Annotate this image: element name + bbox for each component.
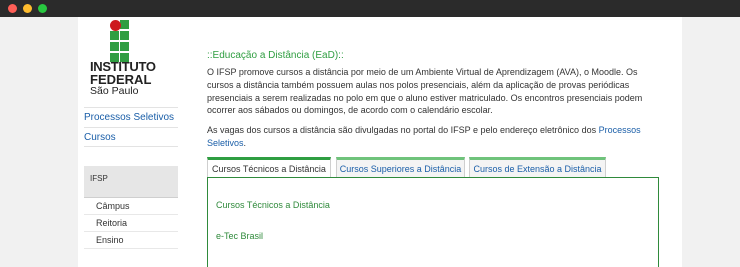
sidebar-item-reitoria[interactable]: Reitoria	[84, 215, 178, 232]
logo-red-circle	[110, 20, 121, 31]
tab-cursos-extensao[interactable]: Cursos de Extensão a Distância	[469, 157, 606, 178]
logo-text-campus: São Paulo	[90, 85, 139, 97]
logo-square	[120, 42, 129, 51]
logo-square	[110, 42, 119, 51]
tab-cursos-superiores[interactable]: Cursos Superiores a Distância	[336, 157, 465, 178]
close-window-button[interactable]	[8, 4, 17, 13]
vagas-period: .	[243, 137, 247, 148]
sidebar-link-cursos[interactable]: Cursos	[84, 127, 178, 147]
minimize-window-button[interactable]	[23, 4, 32, 13]
sidebar-item-campus[interactable]: Câmpus	[84, 198, 178, 215]
tab-cursos-tecnicos[interactable]: Cursos Técnicos a Distância	[207, 157, 331, 178]
sidebar-item-ensino[interactable]: Ensino	[84, 232, 178, 249]
vagas-paragraph: As vagas dos cursos a distância são divu…	[207, 124, 655, 150]
sidebar-section-ifsp[interactable]: IFSP	[84, 166, 178, 198]
logo-square	[120, 20, 129, 29]
logo-square	[110, 31, 119, 40]
panel-link-cursos-tecnicos[interactable]: Cursos Técnicos a Distância	[216, 200, 330, 210]
logo-square	[120, 31, 129, 40]
tab-panel: Cursos Técnicos a Distância e-Tec Brasil	[207, 177, 659, 267]
intro-paragraph: O IFSP promove cursos a distância por me…	[207, 67, 643, 116]
maximize-window-button[interactable]	[38, 4, 47, 13]
sidebar-link-processos-seletivos[interactable]: Processos Seletivos	[84, 107, 178, 127]
vagas-text: As vagas dos cursos a distância são divu…	[207, 125, 599, 135]
panel-link-etec-brasil[interactable]: e-Tec Brasil	[216, 231, 263, 241]
page-title: ::Educação a Distância (EaD)::	[207, 50, 344, 61]
